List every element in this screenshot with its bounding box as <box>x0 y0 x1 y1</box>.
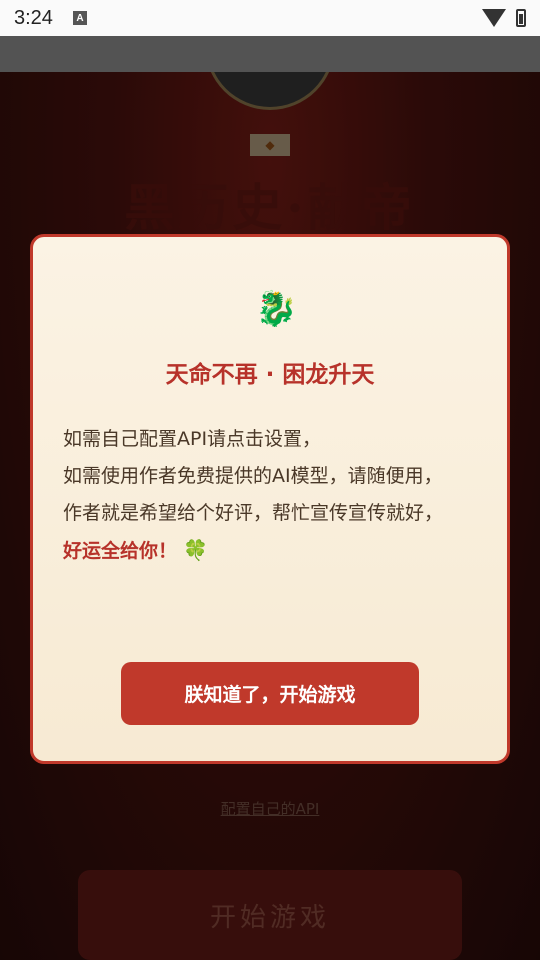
dialog-body: 如需自己配置API请点击设置， 如需使用作者免费提供的AI模型，请随便用， 作者… <box>63 421 483 570</box>
dialog-title: 天命不再 · 困龙升天 <box>165 362 375 388</box>
status-bar: 3:24 A <box>0 0 540 36</box>
body-line: 如需自己配置API请点击设置， <box>63 428 322 450</box>
wifi-icon <box>482 9 506 27</box>
lucky-text: 好运全给你！ <box>63 540 178 562</box>
welcome-dialog: 🐉 天命不再 · 困龙升天 如需自己配置API请点击设置， 如需使用作者免费提供… <box>30 234 510 764</box>
body-line: 如需使用作者免费提供的AI模型，请随便用， <box>63 465 443 487</box>
lucky-line: 好运全给你！ 🍀 <box>63 532 483 570</box>
body-line: 作者就是希望给个好评，帮忙宣传宣传就好， <box>63 502 444 524</box>
clover-icon: 🍀 <box>183 538 208 562</box>
dragon-icon: 🐉 <box>255 289 298 329</box>
confirm-start-button[interactable]: 朕知道了，开始游戏 <box>121 662 419 725</box>
status-time: 3:24 <box>14 6 53 29</box>
battery-icon <box>516 9 526 27</box>
notification-icon: A <box>72 11 87 25</box>
status-icons <box>482 9 526 27</box>
